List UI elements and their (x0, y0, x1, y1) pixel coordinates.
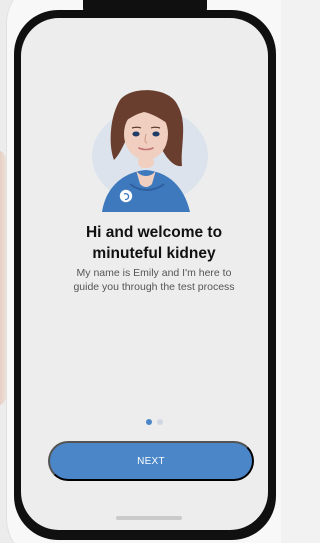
page-indicator-dot-1[interactable] (146, 419, 152, 425)
page-indicator-dot-2[interactable] (157, 419, 163, 425)
welcome-title: Hi and welcome to minuteful kidney (85, 224, 223, 262)
welcome-subtitle: My name is Emily and I'm here to guide y… (73, 267, 235, 293)
device-photo-scene: Hi and welcome to minuteful kidney My na… (0, 0, 281, 543)
nurse-avatar-illustration (92, 90, 208, 212)
home-indicator (116, 516, 182, 520)
page-indicator (146, 418, 170, 426)
next-button[interactable]: NEXT (48, 441, 254, 481)
